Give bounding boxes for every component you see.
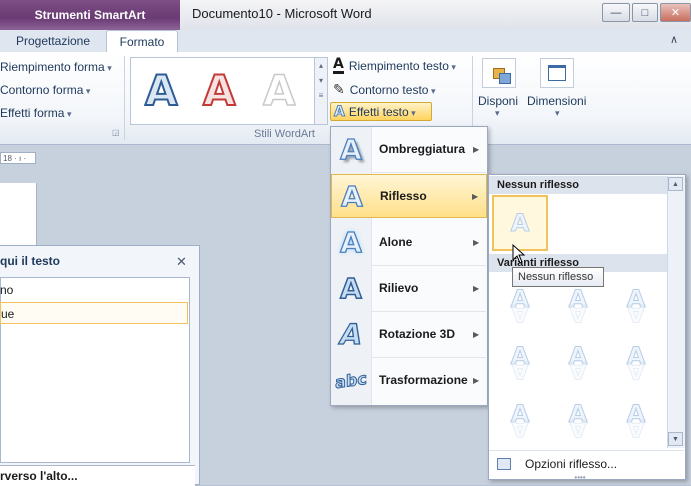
text-outline-button[interactable]: ✎ Contorno testo	[333, 81, 435, 98]
submenu-arrow-icon: ▶	[473, 237, 480, 247]
rotation-3d-a-icon: A	[336, 317, 366, 351]
size-button[interactable]: Dimensioni	[527, 94, 586, 108]
scroll-down-icon[interactable]: ▾	[315, 76, 327, 85]
menu-item-label: Rilievo	[379, 281, 419, 295]
reflection-mirror-icon: A	[626, 414, 646, 443]
reflection-mirror-icon: A	[510, 414, 530, 443]
reflection-variant[interactable]: AA	[492, 390, 548, 446]
text-pane-title: qui il testo	[0, 254, 60, 268]
menu-item-alone[interactable]: A Alone ▶	[331, 220, 487, 264]
tab-progettazione[interactable]: Progettazione	[0, 30, 106, 52]
ruler: 18 · ı ·	[0, 152, 36, 164]
scroll-down-icon[interactable]: ▼	[668, 432, 683, 446]
no-reflection-option[interactable]: A	[492, 195, 548, 251]
reflection-options-link[interactable]: Opzioni riflesso...	[489, 450, 684, 476]
no-reflection-header: Nessun riflesso	[489, 176, 667, 194]
text-outline-label: Contorno testo	[350, 83, 436, 97]
submenu-arrow-icon: ▶	[473, 283, 480, 293]
ribbon-collapse-icon[interactable]: ∧	[670, 33, 678, 46]
arrange-icon[interactable]	[482, 58, 516, 88]
gallery-scroll[interactable]: ▴ ▾ ≡	[314, 57, 328, 125]
text-pane-footer: rverso l'alto...	[0, 465, 195, 486]
group-separator	[124, 56, 125, 140]
minimize-button[interactable]: —	[602, 3, 630, 22]
shadow-a-icon: A	[340, 132, 363, 166]
menu-item-rotazione-3d[interactable]: A Rotazione 3D ▶	[331, 312, 487, 356]
menu-item-rilievo[interactable]: A Rilievo ▶	[331, 266, 487, 310]
menu-item-label: Ombreggiatura	[379, 142, 466, 156]
mouse-cursor-icon	[512, 244, 526, 264]
tab-formato[interactable]: Formato	[106, 30, 178, 53]
text-pane-line[interactable]: no	[0, 279, 188, 301]
reflection-options-label: Opzioni riflesso...	[525, 456, 618, 471]
bevel-a-icon: A	[339, 271, 362, 306]
reflection-variant[interactable]: AA	[608, 275, 664, 331]
text-fill-icon: A	[333, 56, 344, 74]
menu-item-label: Riflesso	[380, 189, 427, 203]
no-reflection-a-icon: A	[510, 209, 530, 238]
chevron-down-icon: ▾	[555, 108, 560, 118]
reflection-variant[interactable]: AA	[550, 390, 606, 446]
menu-item-label: Trasformazione	[379, 373, 468, 387]
reflection-mirror-icon: A	[510, 299, 530, 328]
dialog-launcher-icon[interactable]: ◲	[112, 128, 120, 137]
text-effects-label: Effetti testo	[349, 105, 416, 119]
reflection-a-icon: A	[341, 179, 364, 213]
wordart-group-label: Stili WordArt	[254, 128, 315, 140]
reflection-variant[interactable]: AA	[608, 390, 664, 446]
menu-item-label: Alone	[379, 235, 413, 249]
close-button[interactable]: ✕	[660, 3, 691, 22]
size-icon[interactable]	[540, 58, 574, 88]
menu-item-label: Rotazione 3D	[379, 327, 456, 341]
reflection-mirror-icon: A	[510, 356, 530, 385]
arrange-button[interactable]: Disponi	[478, 94, 518, 108]
maximize-button[interactable]: □	[632, 3, 658, 22]
text-pane-line-active[interactable]: ue	[0, 302, 188, 324]
text-outline-icon: ✎	[333, 81, 345, 97]
options-icon	[497, 457, 511, 470]
menu-item-trasformazione[interactable]: abc Trasformazione ▶	[331, 358, 487, 402]
text-pane-close-icon[interactable]: ✕	[176, 254, 187, 270]
menu-separator	[372, 172, 486, 173]
wordart-style-red[interactable]: A	[202, 65, 236, 116]
menu-item-ombreggiatura[interactable]: A Ombreggiatura ▶	[331, 127, 487, 171]
tooltip: Nessun riflesso	[512, 267, 604, 287]
wordart-style-blue[interactable]: A	[144, 65, 178, 116]
reflection-variant[interactable]: AA	[550, 332, 606, 388]
menu-item-riflesso[interactable]: A Riflesso ▶	[331, 174, 487, 218]
shape-fill-button[interactable]: Riempimento forma	[0, 60, 112, 74]
submenu-arrow-icon: ▶	[473, 329, 480, 339]
text-fill-label: Riempimento testo	[349, 59, 456, 73]
text-fill-button[interactable]: A Riempimento testo	[333, 56, 456, 74]
reflection-mirror-icon: A	[626, 299, 646, 328]
reflection-variant[interactable]: AA	[492, 332, 548, 388]
reflection-mirror-icon: A	[568, 299, 588, 328]
wordart-style-white[interactable]: A	[262, 65, 296, 116]
transform-abc-icon: abc	[335, 368, 368, 392]
document-page[interactable]	[0, 183, 37, 245]
scroll-up-icon[interactable]: ▴	[315, 61, 327, 70]
wordart-gallery[interactable]: A A A	[130, 57, 316, 125]
window-title: Documento10 - Microsoft Word	[192, 6, 372, 21]
reflection-variant[interactable]: AA	[608, 332, 664, 388]
resize-grip[interactable]: ••••	[560, 474, 600, 482]
reflection-mirror-icon: A	[568, 356, 588, 385]
submenu-arrow-icon: ▶	[473, 375, 480, 385]
gallery-more-icon[interactable]: ≡	[315, 91, 327, 100]
chevron-down-icon: ▾	[495, 108, 500, 118]
scroll-up-icon[interactable]: ▲	[668, 177, 683, 191]
submenu-scrollbar[interactable]: ▲ ▼	[667, 176, 685, 448]
reflection-mirror-icon: A	[626, 356, 646, 385]
submenu-arrow-icon: ▶	[472, 191, 479, 201]
contextual-tools-header: Strumenti SmartArt	[0, 0, 180, 30]
shape-effects-button[interactable]: Effetti forma	[0, 106, 72, 120]
text-effects-button[interactable]: A Effetti testo	[330, 102, 432, 121]
text-effects-icon: A	[334, 103, 346, 120]
reflection-mirror-icon: A	[568, 414, 588, 443]
glow-a-icon: A	[340, 225, 363, 259]
shape-outline-button[interactable]: Contorno forma	[0, 83, 90, 97]
submenu-arrow-icon: ▶	[473, 144, 480, 154]
